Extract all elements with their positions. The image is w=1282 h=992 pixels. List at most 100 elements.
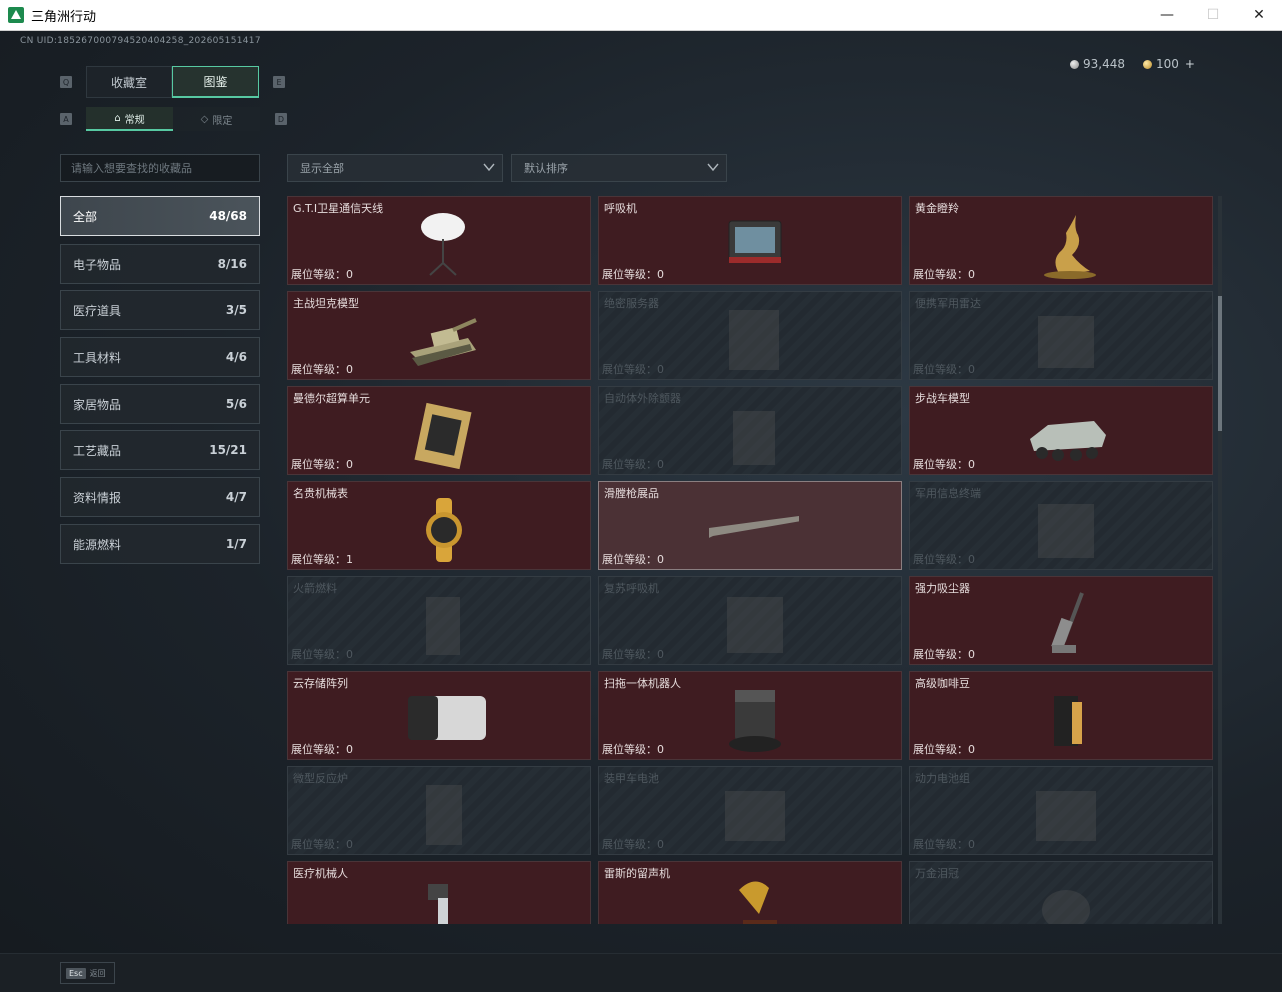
item-name: 呼吸机: [604, 202, 637, 215]
category-electronics[interactable]: 电子物品 8/16: [60, 244, 260, 284]
item-card[interactable]: 高级咖啡豆展位等级：0: [909, 671, 1213, 760]
item-card[interactable]: 万金泪冠: [909, 861, 1213, 924]
item-card[interactable]: 火箭燃料 展位等级：0: [287, 576, 591, 665]
ifv-model-icon: [1030, 421, 1106, 461]
medical-robot-icon: [428, 884, 448, 924]
category-all[interactable]: 全部 48/68: [60, 196, 260, 236]
item-card[interactable]: 动力电池组 展位等级：0: [909, 766, 1213, 855]
item-card[interactable]: 呼吸机展位等级：0: [598, 196, 902, 285]
category-tools[interactable]: 工具材料 4/6: [60, 337, 260, 377]
maximize-button[interactable]: ☐: [1190, 0, 1236, 30]
item-card[interactable]: 滑膛枪展品 展位等级：0: [598, 481, 902, 570]
level-label: 展位等级：: [602, 268, 657, 281]
item-level: 展位等级：0: [913, 741, 975, 757]
level-label: 展位等级：: [291, 553, 346, 566]
close-button[interactable]: ✕: [1236, 0, 1282, 30]
search-input[interactable]: 请输入想要查找的收藏品: [60, 154, 260, 182]
level-value: 0: [657, 363, 664, 376]
item-card[interactable]: 军用信息终端 展位等级：0: [909, 481, 1213, 570]
category-count: 48/68: [209, 209, 247, 223]
item-card[interactable]: 雷斯的留声机: [598, 861, 902, 924]
tab-codex[interactable]: 图鉴: [172, 66, 259, 98]
item-level: 展位等级：0: [913, 266, 975, 282]
level-label: 展位等级：: [291, 458, 346, 471]
item-name: 名贵机械表: [293, 487, 348, 500]
level-label: 展位等级：: [913, 838, 968, 851]
sort-dropdown[interactable]: 默认排序: [511, 154, 727, 182]
category-energy[interactable]: 能源燃料 1/7: [60, 524, 260, 564]
item-card[interactable]: 复苏呼吸机 展位等级：0: [598, 576, 902, 665]
scroll-thumb[interactable]: [1218, 296, 1222, 431]
level-value: 0: [346, 838, 353, 851]
silver-currency: 93,448: [1070, 57, 1125, 71]
item-level: 展位等级：0: [602, 741, 664, 757]
tab-collection-room[interactable]: 收藏室: [86, 66, 172, 98]
item-card[interactable]: 主战坦克模型 展位等级：0: [287, 291, 591, 380]
category-intel[interactable]: 资料情报 4/7: [60, 477, 260, 517]
item-name: 雷斯的留声机: [604, 867, 670, 880]
item-card[interactable]: G.T.I卫星通信天线 展位等级：0: [287, 196, 591, 285]
key-hint-a: A: [60, 113, 72, 125]
item-level: 展位等级：0: [602, 361, 664, 377]
item-card[interactable]: 云存储阵列 展位等级：0: [287, 671, 591, 760]
silver-coin-icon: [1070, 60, 1079, 69]
user-uid: CN UID:185267000794520404258_20260515141…: [20, 36, 261, 46]
item-name: 万金泪冠: [915, 867, 959, 880]
category-crafts[interactable]: 工艺藏品 15/21: [60, 430, 260, 470]
item-level: 展位等级：0: [291, 361, 353, 377]
filter-dropdown[interactable]: 显示全部: [287, 154, 503, 182]
level-label: 展位等级：: [913, 363, 968, 376]
level-value: 0: [657, 648, 664, 661]
item-name: 绝密服务器: [604, 297, 659, 310]
item-name: 动力电池组: [915, 772, 970, 785]
item-card[interactable]: 医疗机械人: [287, 861, 591, 924]
level-label: 展位等级：: [913, 648, 968, 661]
item-name: 火箭燃料: [293, 582, 337, 595]
subtab-regular[interactable]: ⌂ 常规: [86, 107, 173, 131]
item-name: 复苏呼吸机: [604, 582, 659, 595]
item-card[interactable]: 步战车模型 展位等级：0: [909, 386, 1213, 475]
level-label: 展位等级：: [291, 648, 346, 661]
category-household[interactable]: 家居物品 5/6: [60, 384, 260, 424]
category-count: 4/6: [225, 350, 247, 364]
item-name: 高级咖啡豆: [915, 677, 970, 690]
item-card[interactable]: 扫拖一体机器人 展位等级：0: [598, 671, 902, 760]
item-card[interactable]: 强力吸尘器 展位等级：0: [909, 576, 1213, 665]
item-card[interactable]: 自动体外除颤器 展位等级：0: [598, 386, 902, 475]
item-level: 展位等级：1: [291, 551, 353, 567]
back-label: 返回: [89, 968, 106, 978]
item-card[interactable]: 曼德尔超算单元 展位等级：0: [287, 386, 591, 475]
item-card[interactable]: 微型反应炉 展位等级：0: [287, 766, 591, 855]
golden-gazelle-icon: [1044, 215, 1096, 279]
level-label: 展位等级：: [291, 838, 346, 851]
category-label: 电子物品: [73, 257, 122, 272]
category-medical[interactable]: 医疗道具 3/5: [60, 290, 260, 330]
level-value: 1: [346, 553, 353, 566]
item-card[interactable]: 装甲车电池 展位等级：0: [598, 766, 902, 855]
coffee-bag-icon: [1054, 696, 1082, 746]
item-card[interactable]: 名贵机械表展位等级：1: [287, 481, 591, 570]
minimize-button[interactable]: —: [1144, 0, 1190, 30]
category-count: 5/6: [225, 397, 247, 411]
level-value: 0: [346, 743, 353, 756]
level-value: 0: [657, 268, 664, 281]
server-icon: [729, 310, 779, 370]
category-label: 工艺藏品: [73, 443, 122, 458]
grid-scrollbar[interactable]: [1218, 196, 1222, 924]
gold-currency[interactable]: 100 +: [1143, 57, 1195, 71]
window-titlebar: 三角洲行动 — ☐ ✕: [0, 0, 1282, 31]
item-name: 曼德尔超算单元: [293, 392, 370, 405]
level-label: 展位等级：: [291, 268, 346, 281]
subtab-limited[interactable]: ◇ 限定: [173, 107, 260, 131]
item-card[interactable]: 绝密服务器展位等级：0: [598, 291, 902, 380]
category-label: 资料情报: [73, 490, 122, 505]
musket-icon: [709, 516, 799, 538]
chevron-down-icon: [483, 163, 495, 172]
back-button[interactable]: Esc 返回: [60, 962, 115, 984]
add-currency-icon[interactable]: +: [1185, 57, 1195, 71]
item-card[interactable]: 黄金瞪羚 展位等级：0: [909, 196, 1213, 285]
silver-amount: 93,448: [1083, 57, 1125, 71]
item-level: 展位等级：0: [913, 551, 975, 567]
category-count: 3/5: [225, 303, 247, 317]
item-card[interactable]: 便携军用雷达 展位等级：0: [909, 291, 1213, 380]
